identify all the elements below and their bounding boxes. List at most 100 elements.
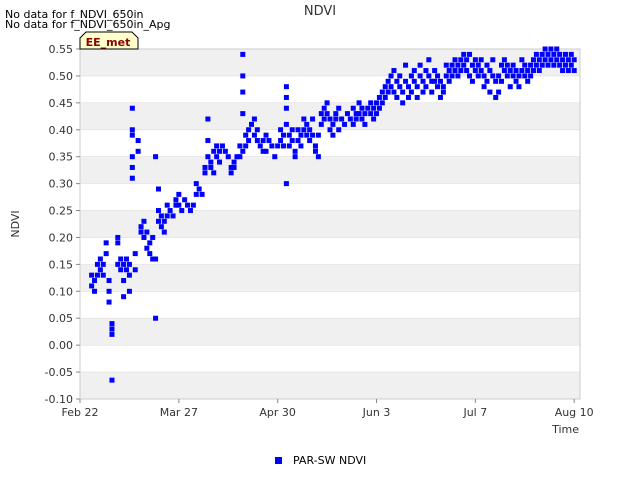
data-point: [164, 202, 170, 208]
data-point: [263, 148, 269, 154]
data-point: [115, 261, 121, 267]
badge-label: EE_met: [86, 36, 131, 49]
data-point: [138, 224, 144, 230]
data-point: [475, 73, 481, 79]
data-point: [391, 68, 397, 74]
data-point: [455, 73, 461, 79]
y-tick-label: -0.10: [45, 393, 73, 406]
data-point: [109, 326, 115, 332]
data-point: [109, 321, 115, 327]
data-point: [362, 121, 368, 127]
data-point: [275, 143, 281, 149]
ndvi-chart: -0.10 -0.05 0.00 0.05 0.10 0.15 0.20 0.25 0.30 0.…: [9, 4, 594, 467]
data-point: [176, 202, 182, 208]
y-tick-label: 0.15: [49, 258, 74, 271]
data-point: [155, 186, 161, 192]
data-point: [129, 175, 135, 181]
data-point: [94, 261, 100, 267]
data-point: [219, 143, 225, 149]
data-point: [426, 57, 432, 63]
data-point: [542, 46, 548, 52]
data-point: [310, 116, 316, 122]
data-point: [548, 46, 554, 52]
data-point: [312, 143, 318, 149]
data-point: [240, 51, 246, 57]
data-point: [315, 132, 321, 138]
data-point: [92, 278, 98, 284]
data-point: [240, 73, 246, 79]
data-point: [228, 170, 234, 176]
data-point: [562, 62, 568, 68]
data-point: [568, 51, 574, 57]
data-point: [132, 251, 138, 257]
data-point: [312, 148, 318, 154]
data-point: [507, 68, 513, 74]
data-point: [408, 89, 414, 95]
data-point: [124, 267, 130, 273]
y-tick-label: 0.05: [49, 312, 74, 325]
data-point: [565, 68, 571, 74]
data-point: [214, 143, 220, 149]
data-point: [435, 73, 441, 79]
plot-bands: [80, 49, 580, 399]
data-point: [516, 73, 522, 79]
data-point: [397, 73, 403, 79]
data-point: [283, 181, 289, 187]
data-point: [388, 84, 394, 90]
data-point: [243, 132, 249, 138]
data-point: [161, 218, 167, 224]
data-point: [153, 256, 159, 262]
data-point: [144, 245, 150, 251]
data-point: [144, 229, 150, 235]
data-point: [121, 278, 127, 284]
data-point: [205, 138, 211, 144]
data-point: [336, 105, 342, 111]
data-point: [513, 78, 519, 84]
data-point: [237, 143, 243, 149]
data-point: [126, 272, 132, 278]
y-axis-ticks: -0.10 -0.05 0.00 0.05 0.10 0.15 0.20 0.25 0.30 0.…: [45, 43, 80, 406]
data-point: [324, 111, 330, 117]
data-point: [571, 57, 577, 63]
data-point: [545, 62, 551, 68]
data-point: [374, 111, 380, 117]
data-point: [411, 78, 417, 84]
data-point: [539, 51, 545, 57]
data-point: [414, 94, 420, 100]
data-point: [211, 170, 217, 176]
data-point: [496, 73, 502, 79]
data-point: [251, 132, 257, 138]
data-point: [307, 127, 313, 133]
data-point: [560, 57, 566, 63]
data-point: [516, 84, 522, 90]
data-point: [528, 62, 534, 68]
data-point: [385, 78, 391, 84]
data-point: [208, 164, 214, 170]
data-point: [368, 100, 374, 106]
y-tick-label: 0.30: [49, 178, 74, 191]
data-point: [469, 78, 475, 84]
data-point: [382, 84, 388, 90]
x-tick-label: Feb 22: [62, 406, 99, 419]
data-point: [472, 68, 478, 74]
data-point: [161, 229, 167, 235]
data-point: [155, 218, 161, 224]
data-point: [202, 164, 208, 170]
plot-band: [80, 156, 580, 184]
data-point: [475, 62, 481, 68]
y-axis-label: NDVI: [9, 210, 22, 237]
data-point: [437, 78, 443, 84]
data-point: [504, 73, 510, 79]
data-point: [411, 68, 417, 74]
data-point: [464, 57, 470, 63]
data-point: [403, 78, 409, 84]
data-point: [118, 267, 124, 273]
data-point: [405, 84, 411, 90]
data-point: [449, 73, 455, 79]
data-point: [435, 84, 441, 90]
data-point: [336, 127, 342, 133]
ee-met-badge: EE_met: [79, 31, 139, 50]
data-point: [301, 127, 307, 133]
data-point: [571, 68, 577, 74]
data-point: [94, 272, 100, 278]
